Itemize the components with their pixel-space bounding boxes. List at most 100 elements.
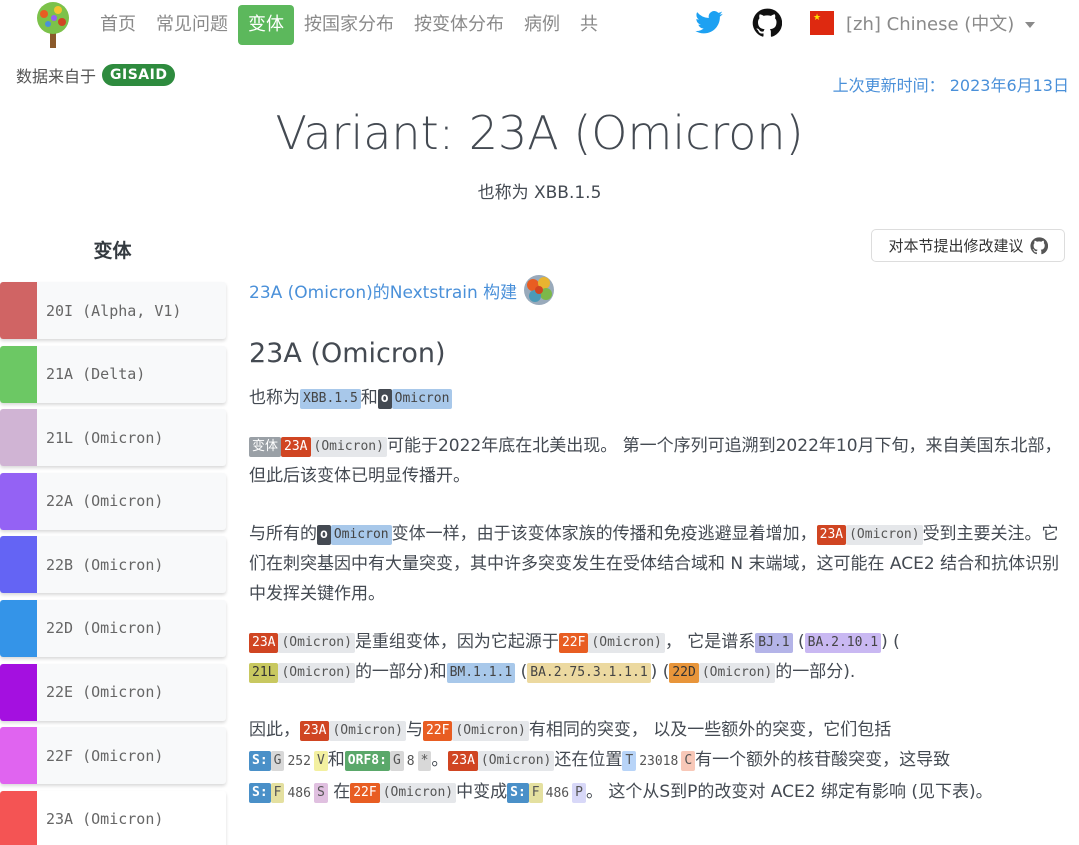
text-span: 有一个额外的核苷酸突变，这导致 <box>695 750 951 770</box>
page-subtitle: 也称为 XBB.1.5 <box>477 183 602 203</box>
paragraph-mutations: 因此， 23A (Omicron) 与 22F (Omicron) 有相同的突变， 以及一些… <box>249 715 1069 809</box>
variant-heading: 23A (Omicron) <box>249 338 446 369</box>
sidebar-item-label: 21A (Delta) <box>46 365 146 384</box>
who-name-tag[interactable]: Omicron <box>391 389 453 409</box>
sidebar-item[interactable]: 22B (Omicron) <box>0 536 226 594</box>
lineage-tag[interactable]: BA.2.10.1 <box>804 633 882 653</box>
clade-code-tag[interactable]: 22F <box>558 633 589 653</box>
nav-per-country[interactable]: 按国家分布 <box>294 5 404 45</box>
text-span: 。 <box>431 750 449 770</box>
clade-name-tag[interactable]: (Omicron) <box>698 663 776 683</box>
github-icon[interactable] <box>752 8 782 38</box>
clade-name-tag[interactable]: (Omicron) <box>278 663 355 683</box>
nuc-alt: C <box>681 751 696 771</box>
gene-tag[interactable]: S: <box>507 783 529 803</box>
top-navbar: 首页 常见问题 变体 按国家分布 按变体分布 病例 共 ★ [zh] Chine… <box>0 0 1079 50</box>
language-selector[interactable]: [zh] Chinese (中文) <box>846 10 1036 36</box>
sidebar-item[interactable]: 20I (Alpha, V1) <box>0 282 226 339</box>
text-span: 和 <box>327 750 345 770</box>
nextstrain-link-label: 23A (Omicron)的Nextstrain 构建 <box>249 282 518 303</box>
text-span: 与 <box>405 720 423 740</box>
text-span: 的一部分)和 <box>354 662 447 682</box>
aa-ref: G <box>389 751 404 771</box>
aa-ref: F <box>528 783 543 803</box>
gisaid-logo[interactable]: GISAID <box>102 64 176 86</box>
clade-code-tag[interactable]: 23A <box>249 633 279 653</box>
aka-prefix: 也称为 <box>249 388 300 408</box>
sidebar-heading: 变体 <box>93 240 132 262</box>
clade-name-tag[interactable]: (Omicron) <box>588 633 665 653</box>
aa-position: 8 <box>406 754 415 769</box>
variant-color-swatch <box>0 282 37 339</box>
text-span: ) ( <box>650 662 670 682</box>
sidebar-item-label: 22A (Omicron) <box>46 492 164 511</box>
clade-name-tag[interactable]: (Omicron) <box>278 633 355 653</box>
clade-name-tag[interactable]: (Omicron) <box>379 783 457 803</box>
who-letter-badge: o <box>377 389 392 409</box>
aa-ref: F <box>270 783 285 803</box>
main-content: 23A (Omicron)的Nextstrain 构建 23A (Omicron… <box>249 272 1069 809</box>
nuc-position: 23018 <box>639 754 679 769</box>
clade-code-tag[interactable]: 23A <box>281 437 311 457</box>
nav-links: 首页 常见问题 变体 按国家分布 按变体分布 病例 共 <box>90 5 648 45</box>
gene-tag[interactable]: S: <box>249 751 271 771</box>
nav-home[interactable]: 首页 <box>90 5 146 45</box>
suggest-edit-button[interactable]: 对本节提出修改建议 <box>871 229 1065 262</box>
data-source-label: 数据来自于 <box>16 67 97 86</box>
clade-name-tag[interactable]: (Omicron) <box>452 721 529 741</box>
paragraph-concern: 与所有的 o Omicron 变体一样，由于该变体家族的传播和免疫逃避显着增加， 23A… <box>249 519 1069 609</box>
aa-position: 486 <box>287 786 311 801</box>
github-icon <box>1029 236 1048 254</box>
gene-tag[interactable]: S: <box>249 783 271 803</box>
clade-code-tag[interactable]: 23A <box>300 721 330 741</box>
sidebar-item-label: 22F (Omicron) <box>46 746 164 765</box>
clade-name-tag[interactable]: (Omicron) <box>310 437 387 457</box>
sidebar-item[interactable]: 22F (Omicron) <box>0 727 226 785</box>
aa-alt: S <box>313 783 328 803</box>
nextstrain-logo-icon <box>524 275 555 305</box>
variant-badge: 变体 <box>249 437 282 457</box>
gene-tag[interactable]: ORF8: <box>344 751 390 771</box>
clade-code-tag[interactable]: 22D <box>669 663 699 683</box>
clade-name-tag[interactable]: (Omicron) <box>477 751 555 771</box>
who-name-tag[interactable]: Omicron <box>330 525 392 545</box>
aa-position: 252 <box>287 754 311 769</box>
nav-per-variant[interactable]: 按变体分布 <box>404 5 514 45</box>
nav-shared[interactable]: 共 <box>570 5 608 45</box>
twitter-icon[interactable] <box>694 8 724 38</box>
pango-tag[interactable]: XBB.1.5 <box>300 389 361 409</box>
also-known-as: 也称为 XBB.1.5 和 o Omicron <box>249 383 1069 413</box>
lineage-tag[interactable]: BA.2.75.3.1.1.1 <box>527 663 651 683</box>
china-flag-icon: ★ <box>810 11 834 35</box>
text-span: ( <box>520 662 528 682</box>
clade-code-tag[interactable]: 22F <box>350 783 380 803</box>
nav-variants[interactable]: 变体 <box>238 5 294 45</box>
clade-name-tag[interactable]: (Omicron) <box>846 525 923 545</box>
sidebar-item[interactable]: 23A (Omicron) <box>0 790 226 845</box>
clade-name-tag[interactable]: (Omicron) <box>329 721 406 741</box>
suggest-edit-label: 对本节提出修改建议 <box>888 237 1024 255</box>
sidebar-item[interactable]: 22A (Omicron) <box>0 472 226 530</box>
lineage-tag[interactable]: BJ.1 <box>755 633 793 653</box>
clade-code-tag[interactable]: 21L <box>249 663 279 683</box>
covariants-logo[interactable] <box>28 0 78 50</box>
sidebar-item[interactable]: 22D (Omicron) <box>0 599 226 657</box>
nextstrain-build-link[interactable]: 23A (Omicron)的Nextstrain 构建 <box>249 272 1069 308</box>
nav-cases[interactable]: 病例 <box>514 5 570 45</box>
sidebar-item[interactable]: 21L (Omicron) <box>0 409 226 467</box>
sidebar-item[interactable]: 21A (Delta) <box>0 345 226 403</box>
lang-code: [zh] <box>846 14 881 35</box>
sidebar-item-label: 21L (Omicron) <box>46 428 164 447</box>
nav-faq[interactable]: 常见问题 <box>146 5 238 45</box>
text-span: ， 它是谱系 <box>664 632 756 652</box>
sidebar-item[interactable]: 22E (Omicron) <box>0 663 226 721</box>
page-title: Variant: 23A (Omicron) <box>275 106 804 160</box>
last-updated: 上次更新时间： 2023年6月13日 <box>832 76 1069 95</box>
clade-code-tag[interactable]: 23A <box>816 525 847 545</box>
text-span: 因此， <box>249 720 300 740</box>
clade-code-tag[interactable]: 22F <box>422 721 453 741</box>
variant-sidebar: 20I (Alpha, V1) 21A (Delta) 21L (Omicron) 2… <box>0 282 226 845</box>
lineage-tag[interactable]: BM.1.1.1 <box>446 663 516 683</box>
variant-color-swatch <box>0 727 37 785</box>
clade-code-tag[interactable]: 23A <box>448 751 478 771</box>
